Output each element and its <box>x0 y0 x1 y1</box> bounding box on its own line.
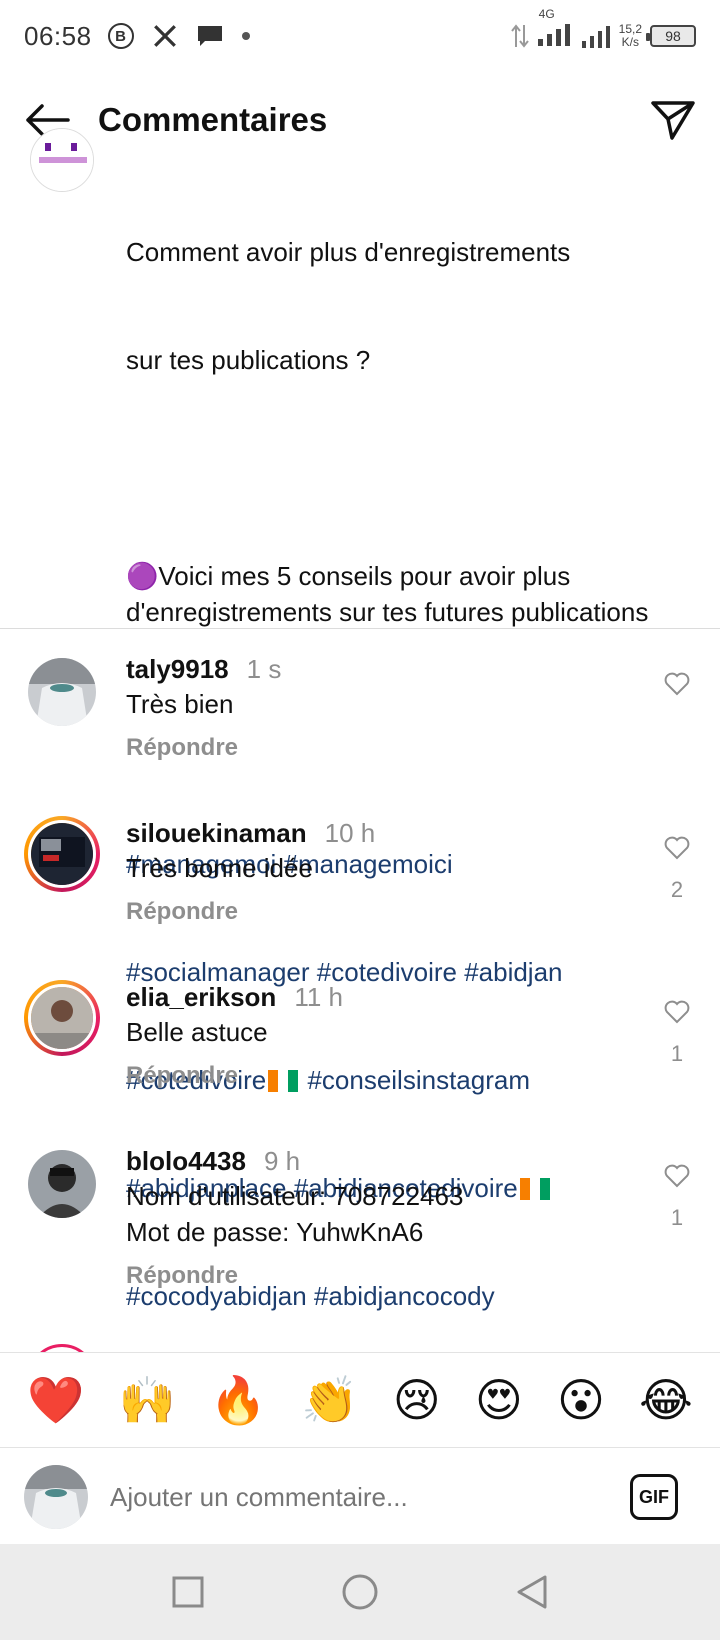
avatar[interactable] <box>24 980 100 1056</box>
heart-icon[interactable] <box>664 1164 690 1188</box>
author-avatar[interactable] <box>30 128 94 192</box>
emoji-raised-hands[interactable]: 🙌 <box>118 1372 175 1428</box>
comment-input[interactable] <box>110 1481 580 1513</box>
recents-button[interactable] <box>102 1576 274 1608</box>
comment-header: silouekinaman 10 h <box>126 816 626 850</box>
like-count: 2 <box>670 877 684 902</box>
reply-button[interactable]: Répondre <box>126 1062 626 1090</box>
status-time: 06:58 <box>24 20 92 51</box>
network-speed-unit: K/s <box>621 35 639 49</box>
comment-username[interactable]: blolo4438 <box>126 1146 246 1176</box>
emoji-laughing[interactable]: 😂 <box>639 1372 693 1428</box>
back-button[interactable] <box>446 1574 618 1610</box>
comment-text: Mot de passe: YuhwKnA6 <box>126 1217 424 1247</box>
like-count: 1 <box>670 1041 684 1066</box>
comment-body: blolo4438 9 h Nom d'utilisateur: 70872246… <box>126 1144 626 1290</box>
reply-button[interactable]: Répondre <box>126 898 626 926</box>
reply-button[interactable]: Répondre <box>126 1262 626 1290</box>
system-nav-bar <box>0 1544 720 1640</box>
emoji-heart[interactable]: ❤️ <box>27 1372 84 1428</box>
gif-button[interactable]: GIF <box>630 1474 678 1520</box>
like-control <box>664 672 690 701</box>
like-control: 1 <box>664 1000 690 1067</box>
comment-header: blolo4438 9 h <box>126 1144 626 1178</box>
comment-header: taly9918 1 s <box>126 652 626 686</box>
comment-composer: GIF <box>0 1450 720 1544</box>
battery-level: 98 <box>665 28 681 44</box>
network-speed: 15,2 K/s <box>619 23 642 49</box>
avatar[interactable] <box>28 1150 96 1218</box>
emoji-quick-bar: ❤️ 🙌 🔥 👏 😢 😍 😮 😂 <box>0 1352 720 1448</box>
emoji-surprised[interactable]: 😮 <box>557 1372 605 1428</box>
status-bar: 06:58 B 4G 15,2 K/s 98 <box>0 0 720 72</box>
notification-icons: B <box>107 23 250 49</box>
battery-icon: 98 <box>646 25 696 47</box>
heart-icon[interactable] <box>664 836 690 860</box>
current-user-avatar <box>24 1465 88 1529</box>
comment-text: Belle astuce <box>126 1017 268 1047</box>
comments-screen: 06:58 B 4G 15,2 K/s 98 Commentaires Comm… <box>0 0 720 1640</box>
comment-body: elia_erikson 11 h Belle astuce Répondre <box>126 980 626 1090</box>
emoji-fire[interactable]: 🔥 <box>210 1372 267 1428</box>
comment-time: 9 h <box>263 1146 301 1176</box>
caption-tips-text: Voici mes 5 conseils pour avoir plus d'e… <box>126 561 649 627</box>
data-transfer-icon <box>510 24 529 48</box>
comment-time: 1 s <box>246 654 282 684</box>
comment-username[interactable]: taly9918 <box>126 654 229 684</box>
home-button[interactable] <box>274 1573 446 1611</box>
signal-4g-icon: 4G <box>537 7 573 52</box>
comment-text: Nom d'utilisateur: 708722463 <box>126 1181 464 1211</box>
circle-icon <box>342 1574 378 1610</box>
emoji-crying[interactable]: 😢 <box>393 1372 441 1428</box>
network-type: 4G <box>538 6 555 21</box>
caption-tips: 🟣Voici mes 5 conseils pour avoir plus d'… <box>126 558 686 630</box>
square-icon <box>172 1576 204 1608</box>
comment-text: Très bonne idée <box>126 853 313 883</box>
message-icon <box>197 26 222 46</box>
comment-username[interactable]: elia_erikson <box>126 982 276 1012</box>
page-title: Commentaires <box>98 101 328 138</box>
caption-line: Comment avoir plus d'enregistrements <box>126 237 571 267</box>
comment-text: Très bien <box>126 689 234 719</box>
divider <box>0 628 720 629</box>
next-comment-peek <box>28 1344 96 1352</box>
heart-icon[interactable] <box>664 672 690 696</box>
emoji-clap[interactable]: 👏 <box>301 1372 358 1428</box>
triangle-back-icon <box>517 1575 547 1609</box>
signal-icon <box>581 26 610 48</box>
comment-body: silouekinaman 10 h Très bonne idée Répond… <box>126 816 626 926</box>
avatar[interactable] <box>28 658 96 726</box>
like-count: 1 <box>670 1205 684 1230</box>
emoji-heart-eyes[interactable]: 😍 <box>475 1372 523 1428</box>
comment-body: taly9918 1 s Très bien Répondre <box>126 652 626 762</box>
reply-button[interactable]: Répondre <box>126 734 626 762</box>
heart-icon[interactable] <box>664 1000 690 1024</box>
comment-time: 11 h <box>294 982 343 1012</box>
x-app-icon <box>153 25 176 47</box>
like-control: 1 <box>664 1164 690 1231</box>
send-icon[interactable] <box>650 99 696 141</box>
comment-username[interactable]: silouekinaman <box>126 818 307 848</box>
comment-time: 10 h <box>324 818 376 848</box>
caption-line: sur tes publications ? <box>126 345 371 375</box>
more-notifications-icon <box>241 32 250 40</box>
purple-circle-emoji: 🟣 <box>126 561 159 591</box>
header: Commentaires <box>0 80 720 160</box>
like-control: 2 <box>664 836 690 903</box>
status-indicators: 4G 15,2 K/s 98 <box>510 7 696 52</box>
b-app-icon: B <box>107 23 134 49</box>
comment-header: elia_erikson 11 h <box>126 980 626 1014</box>
avatar[interactable] <box>24 816 100 892</box>
